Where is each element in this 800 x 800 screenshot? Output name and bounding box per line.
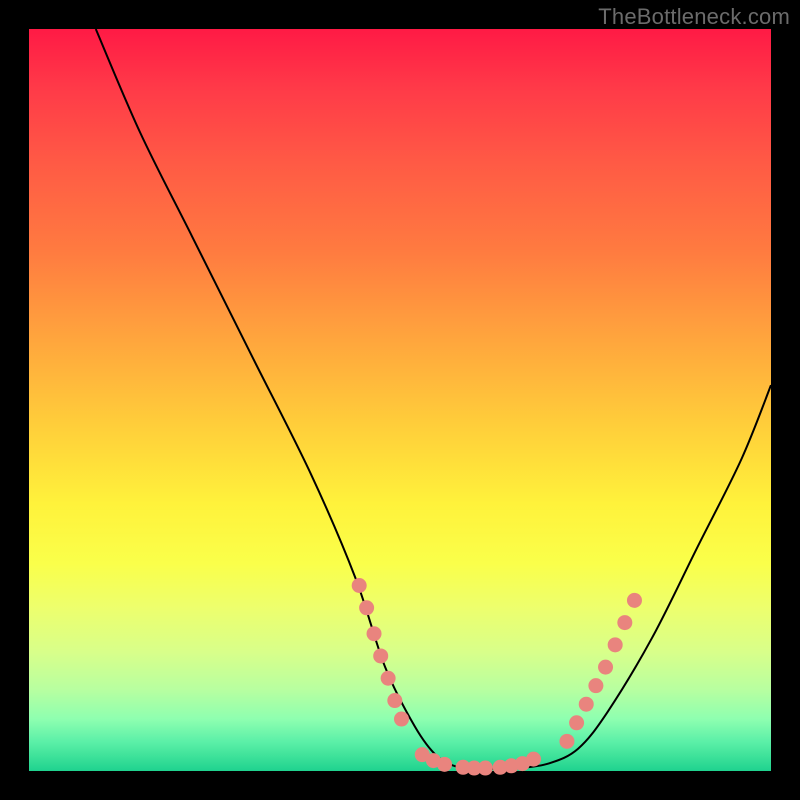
data-dot bbox=[373, 648, 388, 663]
data-dot bbox=[352, 578, 367, 593]
data-dot bbox=[359, 600, 374, 615]
data-dot bbox=[579, 697, 594, 712]
data-dot bbox=[608, 637, 623, 652]
data-dot bbox=[627, 593, 642, 608]
curve-layer bbox=[29, 29, 771, 771]
data-dot bbox=[437, 757, 452, 772]
data-dot bbox=[588, 678, 603, 693]
plot-area bbox=[29, 29, 771, 771]
data-dot bbox=[394, 712, 409, 727]
data-dot bbox=[381, 671, 396, 686]
watermark-label: TheBottleneck.com bbox=[598, 4, 790, 30]
data-dot bbox=[569, 715, 584, 730]
bottleneck-curve bbox=[96, 29, 771, 769]
data-dot bbox=[617, 615, 632, 630]
data-dot bbox=[478, 761, 493, 776]
data-dot bbox=[598, 660, 613, 675]
data-dot bbox=[559, 734, 574, 749]
chart-frame: TheBottleneck.com bbox=[0, 0, 800, 800]
data-dot bbox=[387, 693, 402, 708]
data-dots bbox=[352, 578, 642, 776]
data-dot bbox=[526, 752, 541, 767]
data-dot bbox=[367, 626, 382, 641]
